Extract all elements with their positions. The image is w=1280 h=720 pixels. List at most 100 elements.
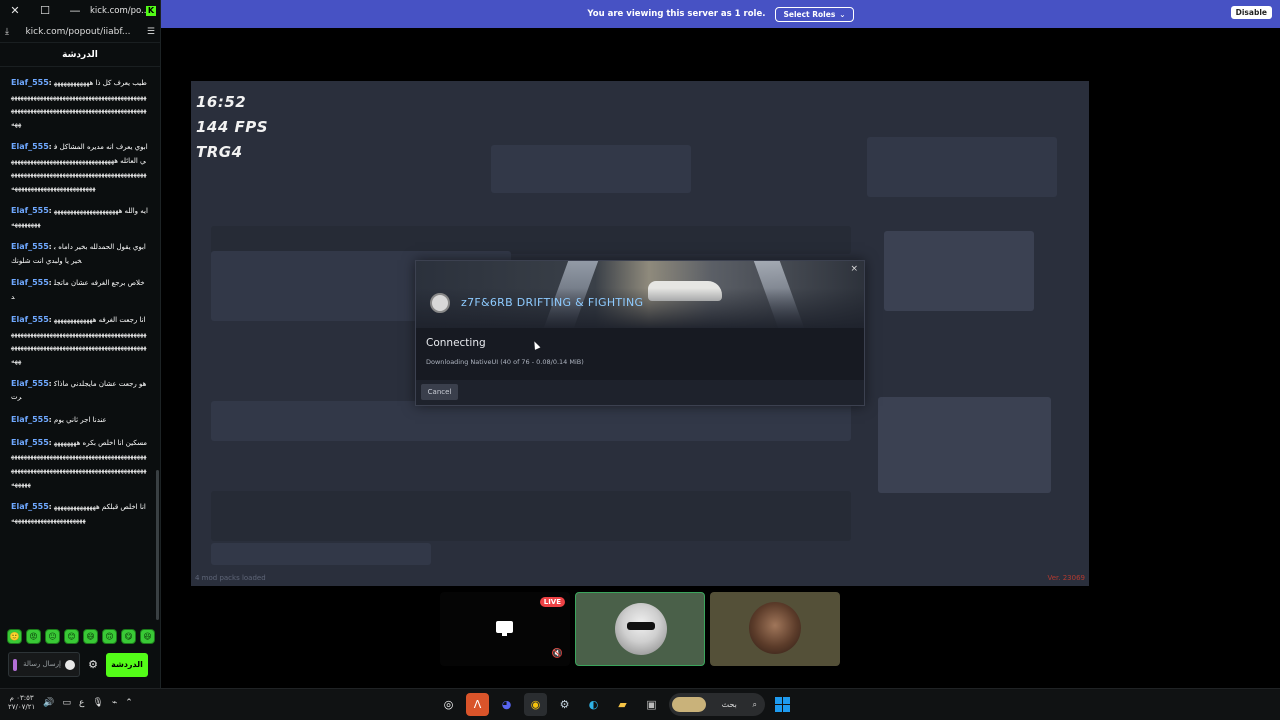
chat-input-placeholder: إرسال رسالة bbox=[23, 660, 61, 668]
chevron-up-icon[interactable]: ⌃ bbox=[125, 698, 133, 708]
obs-app-icon[interactable]: ◎ bbox=[437, 693, 460, 716]
close-icon[interactable]: × bbox=[850, 264, 858, 274]
taskbar: ٠٣:٥٣ م ٢٧/٠٧/٢١ 🔊 ▭ ع 🎙 ⌁ ⌃ ◎ Λ ◕ ◉ ⚙ ◐… bbox=[0, 688, 1280, 720]
chat-message: Elaf_555: ابوي يعرف انه مديره المشاكل في… bbox=[11, 141, 148, 192]
chat-username[interactable]: Elaf_555 bbox=[11, 315, 49, 324]
chat-message: Elaf_555: خلاص برجع الغرفه عشان ماتجلد bbox=[11, 278, 145, 302]
emote-button[interactable]: 😡 bbox=[26, 628, 41, 644]
chat-message: Elaf_555: انا اخلص قبلكم ههههههههههههههه… bbox=[11, 501, 146, 525]
input-language[interactable]: ع bbox=[79, 698, 84, 708]
background-panel bbox=[867, 137, 1057, 197]
desktop: ✕ ☐ — kick.com/po... K ⤓ kick.com/popout… bbox=[0, 0, 1280, 720]
chat-username[interactable]: Elaf_555 bbox=[11, 278, 49, 287]
system-tray: ٠٣:٥٣ م ٢٧/٠٧/٢١ 🔊 ▭ ع 🎙 ⌁ ⌃ bbox=[8, 694, 133, 712]
steam-app-icon[interactable]: ⚙ bbox=[553, 693, 576, 716]
site-settings-icon[interactable]: ☰ bbox=[147, 27, 155, 37]
chrome-app-icon[interactable]: ◉ bbox=[524, 693, 547, 716]
clock-date: ٢٧/٠٧/٢١ bbox=[8, 703, 36, 711]
discord-app-icon[interactable]: ◕ bbox=[495, 693, 518, 716]
select-roles-label: Select Roles bbox=[783, 9, 836, 19]
taskbar-search[interactable]: بحث ⌕ bbox=[669, 693, 765, 716]
edge-app-icon[interactable]: ◐ bbox=[582, 693, 605, 716]
altv-app-icon[interactable]: Λ bbox=[466, 693, 489, 716]
taskbar-clock[interactable]: ٠٣:٥٣ م ٢٧/٠٧/٢١ bbox=[8, 694, 35, 712]
muted-speaker-icon[interactable]: 🔇 bbox=[552, 649, 563, 659]
chat-message-text: عندنا اجر ثاني يوم bbox=[54, 416, 107, 425]
server-logo-icon bbox=[430, 293, 450, 313]
background-panel bbox=[491, 145, 691, 193]
chat-username[interactable]: Elaf_555 bbox=[11, 242, 49, 251]
overlay-tag: TRG4 bbox=[196, 143, 243, 161]
network-icon[interactable]: ⌁ bbox=[112, 698, 117, 708]
window-titlebar: ✕ ☐ — kick.com/po... K bbox=[0, 0, 160, 21]
emote-button[interactable]: 🙃 bbox=[102, 628, 117, 644]
close-window-button[interactable]: ✕ bbox=[0, 0, 30, 21]
background-panel bbox=[211, 491, 851, 541]
role-preview-banner: You are viewing this server as 1 role. S… bbox=[161, 0, 1280, 28]
windows-logo-icon bbox=[775, 697, 790, 712]
server-banner: z7F&6RB DRIFTING & FIGHTING × bbox=[416, 261, 864, 328]
chat-username[interactable]: Elaf_555 bbox=[11, 415, 49, 424]
emote-button[interactable]: 😐 bbox=[45, 628, 60, 644]
emote-button[interactable]: 😄 bbox=[83, 628, 98, 644]
minimize-window-button[interactable]: — bbox=[60, 0, 90, 21]
display-icon[interactable]: ▭ bbox=[63, 698, 72, 708]
window-title: kick.com/po... bbox=[90, 5, 146, 16]
live-badge: LIVE bbox=[539, 597, 565, 607]
download-progress-text: Downloading NativeUI (40 of 76 - 0.08/0.… bbox=[426, 358, 584, 366]
chat-username[interactable]: Elaf_555 bbox=[11, 379, 49, 388]
chat-popout-window: ✕ ☐ — kick.com/po... K ⤓ kick.com/popout… bbox=[0, 0, 161, 688]
select-roles-button[interactable]: Select Roles ⌄ bbox=[775, 6, 854, 22]
desktop-app-icon[interactable]: ▣ bbox=[640, 693, 663, 716]
download-icon[interactable]: ⤓ bbox=[5, 27, 9, 37]
disable-button[interactable]: Disable bbox=[1230, 6, 1272, 19]
chat-username[interactable]: Elaf_555 bbox=[11, 142, 49, 151]
gear-icon[interactable]: ⚙ bbox=[86, 658, 100, 671]
chat-username[interactable]: Elaf_555 bbox=[11, 78, 49, 87]
restore-window-button[interactable]: ☐ bbox=[30, 0, 60, 21]
kick-logo-icon: K bbox=[146, 5, 156, 16]
search-label: بحث bbox=[721, 700, 737, 709]
role-preview-message: You are viewing this server as 1 role. bbox=[587, 9, 766, 19]
file-explorer-icon[interactable]: ▰ bbox=[611, 693, 634, 716]
chevron-down-icon: ⌄ bbox=[839, 9, 846, 19]
version-label: Ver. 23069 bbox=[1047, 574, 1085, 582]
avatar bbox=[749, 602, 801, 654]
chat-username[interactable]: Elaf_555 bbox=[11, 438, 49, 447]
chat-message: Elaf_555: انا رجعت الغرفه هههههههههههههه… bbox=[11, 314, 147, 365]
emote-button[interactable]: 😊 bbox=[64, 628, 79, 644]
search-icon: ⌕ bbox=[752, 699, 757, 709]
background-panel bbox=[884, 231, 1034, 311]
mic-icon bbox=[13, 658, 17, 671]
chat-message: Elaf_555: ابوي يقول الحمدلله بخير داماه … bbox=[11, 242, 146, 265]
search-highlight-image bbox=[672, 697, 706, 712]
emote-button[interactable]: 😋 bbox=[121, 628, 136, 644]
emote-button[interactable]: 😆 bbox=[140, 628, 155, 644]
volume-icon[interactable]: 🔊 bbox=[43, 698, 54, 708]
background-panel bbox=[211, 226, 851, 254]
chat-send-button[interactable]: الدردشة bbox=[106, 652, 148, 677]
emoji-picker-icon[interactable] bbox=[65, 659, 75, 670]
chat-message: Elaf_555: ايه والله هههههههههههههههههههه… bbox=[11, 205, 148, 229]
background-panel bbox=[211, 543, 431, 565]
start-button[interactable] bbox=[771, 693, 794, 716]
participant-tile-self[interactable] bbox=[575, 592, 705, 666]
dialog-body: Connecting Downloading NativeUI (40 of 7… bbox=[416, 328, 864, 380]
connecting-dialog: z7F&6RB DRIFTING & FIGHTING × Connecting… bbox=[415, 260, 865, 406]
chat-username[interactable]: Elaf_555 bbox=[11, 502, 49, 511]
cancel-button[interactable]: Cancel bbox=[421, 384, 458, 400]
microphone-icon[interactable]: 🎙 bbox=[92, 698, 103, 708]
background-panel bbox=[211, 401, 851, 441]
chat-message-list: Elaf_555: طيب يعرف كل ذا ههههههههههههههه… bbox=[0, 74, 156, 624]
emote-bar: 🙂 😡 😐 😊 😄 🙃 😋 😆 bbox=[7, 627, 156, 645]
url-text[interactable]: kick.com/popout/iiabf... bbox=[13, 27, 143, 37]
server-name: z7F&6RB DRIFTING & FIGHTING bbox=[461, 296, 644, 309]
chat-scrollbar[interactable] bbox=[156, 470, 159, 620]
chat-message-input[interactable]: إرسال رسالة bbox=[8, 652, 80, 677]
chat-username[interactable]: Elaf_555 bbox=[11, 206, 49, 215]
emote-button[interactable]: 🙂 bbox=[7, 628, 22, 644]
screen-share-tile[interactable]: LIVE 🔇 bbox=[440, 592, 570, 666]
participant-tile-other[interactable] bbox=[710, 592, 840, 666]
fps-counter: 144 FPS bbox=[196, 118, 269, 136]
stream-game-view[interactable]: 16:52 144 FPS TRG4 z7F&6RB DRIFTING & FI… bbox=[191, 81, 1089, 586]
